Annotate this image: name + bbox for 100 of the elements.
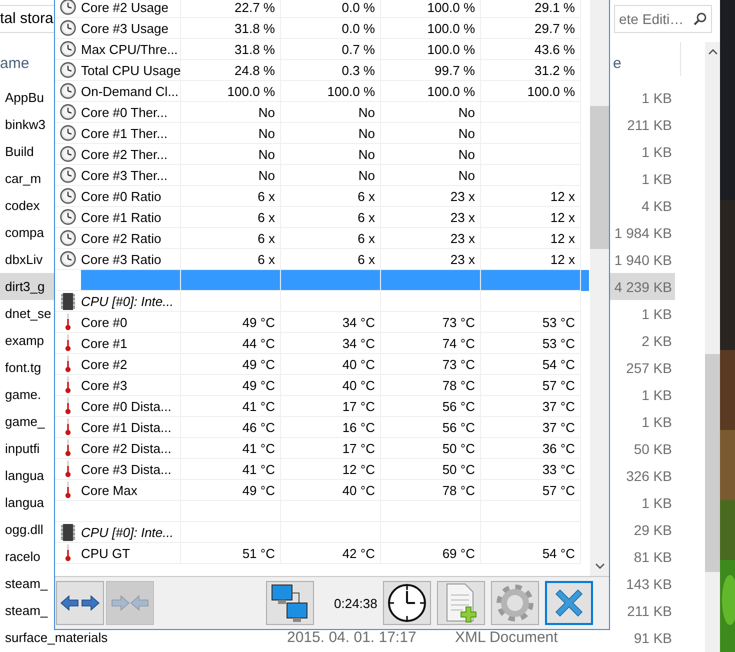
file-name[interactable]: Build (5, 144, 34, 159)
file-name[interactable]: font.tg (5, 360, 42, 375)
network-button[interactable] (266, 581, 314, 625)
table-row[interactable]: Core #3 Dista... 41 °C 12 °C 50 °C 33 °C (55, 459, 589, 480)
file-name[interactable]: langua (5, 468, 44, 483)
table-row[interactable]: Core #1 Ther... No No No (55, 123, 589, 144)
settings-button[interactable] (491, 581, 540, 625)
table-row[interactable]: Core #1 Ratio 6 x 6 x 23 x 12 x (55, 207, 589, 228)
table-cell: 23 x (450, 210, 475, 224)
table-cell: 12 x (550, 230, 575, 246)
column-header[interactable]: ame (0, 54, 30, 72)
gauge-icon (60, 167, 76, 183)
file-size: 4 KB (642, 198, 673, 214)
close-button[interactable] (545, 581, 594, 625)
table-cell: 41 °C (242, 462, 275, 476)
arrows-button[interactable] (56, 581, 104, 625)
table-cell: 54 °C (542, 356, 575, 372)
report-button[interactable] (437, 581, 486, 625)
search-icon (693, 12, 707, 26)
file-name[interactable]: game. (5, 387, 42, 402)
table-cell: 100.0 % (427, 42, 475, 56)
table-cell: 12 x (550, 210, 575, 224)
table-row[interactable]: Core #2 Ther... No No No (55, 144, 589, 165)
scroll-down-icon[interactable] (594, 563, 604, 570)
table-cell: 57 °C (542, 482, 575, 498)
table-cell: 49 °C (242, 482, 275, 498)
file-size: 326 KB (626, 468, 673, 484)
file-name[interactable]: AppBu (5, 90, 44, 105)
search-field[interactable]: ete Editi… (614, 5, 712, 33)
table-row[interactable]: Core Max 49 °C 40 °C 78 °C 57 °C (55, 480, 589, 501)
scroll-up-icon[interactable] (708, 48, 718, 55)
file-name[interactable]: binkw3 (5, 117, 46, 132)
file-name[interactable]: codex (5, 198, 40, 213)
file-name[interactable]: surface_materials (5, 630, 108, 645)
table-cell: 57 °C (542, 378, 575, 392)
sensor-name: Core #2 Ratio (81, 230, 162, 246)
table-cell: 6 x (358, 188, 375, 204)
file-name[interactable]: compa (5, 225, 44, 240)
inward-arrows-icon (110, 593, 150, 613)
sensor-name: Core #1 (81, 336, 128, 350)
table-row[interactable] (55, 270, 589, 291)
table-row[interactable]: Core #0 Ratio 6 x 6 x 23 x 12 x (55, 186, 589, 207)
group-name: CPU [#0]: Inte... (81, 524, 174, 540)
file-name[interactable]: steam_ (5, 576, 48, 591)
file-name[interactable]: game_ (5, 414, 45, 429)
table-cell: 43.6 % (534, 42, 575, 56)
table-cell: 46 °C (242, 420, 275, 434)
table-cell: 34 °C (342, 336, 375, 350)
table-row[interactable]: Core #1 44 °C 34 °C 74 °C 53 °C (55, 333, 589, 354)
sensor-name: Total CPU Usage (81, 62, 181, 78)
clock-icon (387, 583, 428, 623)
table-row[interactable]: Core #1 Dista... 46 °C 16 °C 56 °C 37 °C (55, 417, 589, 438)
table-cell: 0.0 % (342, 0, 375, 14)
file-name[interactable]: car_m (5, 171, 42, 186)
table-cell: 42 °C (342, 546, 375, 560)
thermometer-icon (65, 481, 71, 499)
file-name[interactable]: inputfi (5, 441, 40, 456)
thermometer-icon (65, 397, 71, 415)
table-row[interactable]: CPU [#0]: Inte... (55, 291, 589, 312)
table-row[interactable]: Core #3 Ther... No No No (55, 165, 589, 186)
table-row[interactable]: Core #2 49 °C 40 °C 73 °C 54 °C (55, 354, 589, 375)
table-cell: 34 °C (342, 314, 375, 330)
table-row[interactable]: CPU GT 51 °C 42 °C 69 °C 54 °C (55, 543, 589, 564)
table-row[interactable]: Total CPU Usage 24.8 % 0.3 % 99.7 % 31.2 % (55, 60, 589, 81)
file-name[interactable]: langua (5, 495, 44, 510)
table-row[interactable]: CPU [#0]: Inte... (55, 522, 589, 543)
file-name[interactable]: dirt3_g (5, 279, 45, 294)
file-name[interactable]: racelo (5, 549, 40, 564)
column-header[interactable]: e (613, 54, 622, 72)
file-size: 211 KB (627, 602, 673, 618)
file-size: 91 KB (634, 630, 673, 646)
file-name[interactable]: ogg.dll (5, 522, 44, 537)
file-size: 1 KB (642, 494, 673, 510)
gauge-icon (60, 125, 76, 141)
table-row[interactable]: Core #3 Usage 31.8 % 0.0 % 100.0 % 29.7 % (55, 18, 589, 39)
table-row[interactable]: Core #2 Usage 22.7 % 0.0 % 100.0 % 29.1 % (55, 0, 589, 18)
table-row[interactable]: Core #0 49 °C 34 °C 73 °C 53 °C (55, 312, 589, 333)
file-name[interactable]: examp (5, 333, 44, 348)
table-row[interactable]: Max CPU/Thre... 31.8 % 0.7 % 100.0 % 43.6 % (55, 39, 589, 60)
file-name[interactable]: dbxLiv (5, 252, 43, 267)
sensor-name: Core #1 Ther... (81, 126, 168, 140)
scroll-thumb[interactable] (590, 106, 609, 249)
table-row[interactable]: On-Demand Cl... 100.0 % 100.0 % 100.0 % 100.0 % (55, 81, 589, 102)
file-size: 81 KB (634, 548, 673, 564)
scroll-thumb[interactable] (705, 354, 720, 572)
file-name[interactable]: steam_ (5, 603, 48, 618)
file-name[interactable]: dnet_se (5, 306, 52, 321)
clock-button[interactable] (383, 581, 432, 625)
table-cell: 29.1 % (534, 0, 575, 14)
table-row[interactable]: Core #2 Ratio 6 x 6 x 23 x 12 x (55, 228, 589, 249)
table-row[interactable]: Core #0 Dista... 41 °C 17 °C 56 °C 37 °C (55, 396, 589, 417)
table-cell: No (458, 146, 475, 162)
file-size: 1 KB (642, 144, 673, 160)
table-row[interactable]: Core #3 49 °C 40 °C 78 °C 57 °C (55, 375, 589, 396)
scrollbar[interactable] (705, 42, 720, 652)
scrollbar[interactable] (590, 0, 609, 576)
table-cell: 56 °C (442, 398, 475, 414)
table-row[interactable]: Core #2 Dista... 41 °C 17 °C 50 °C 36 °C (55, 438, 589, 459)
table-cell: 53 °C (542, 336, 575, 350)
table-row[interactable]: Core #0 Ther... No No No (55, 102, 589, 123)
